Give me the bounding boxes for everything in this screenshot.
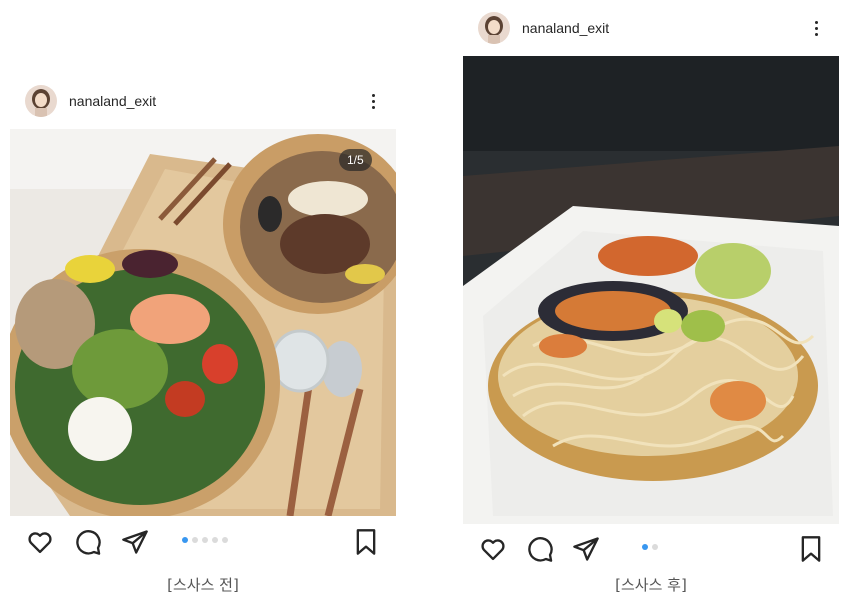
slide-counter: 1/5 xyxy=(339,149,372,171)
username[interactable]: nanaland_exit xyxy=(522,20,609,36)
heart-icon[interactable] xyxy=(479,535,507,563)
post-1-caption: [스사스 전] xyxy=(167,576,239,594)
carousel-dot xyxy=(182,537,188,543)
post-1-header: nanaland_exit xyxy=(25,85,156,117)
carousel-dot xyxy=(642,544,648,550)
carousel-dot xyxy=(652,544,658,550)
post-2-header: nanaland_exit xyxy=(478,12,609,44)
comment-icon[interactable] xyxy=(74,528,102,556)
carousel-dot xyxy=(202,537,208,543)
share-icon[interactable] xyxy=(572,535,600,563)
heart-icon[interactable] xyxy=(26,528,54,556)
more-icon[interactable] xyxy=(806,16,826,40)
carousel-dot xyxy=(192,537,198,543)
bookmark-icon[interactable] xyxy=(352,528,380,556)
avatar[interactable] xyxy=(25,85,57,117)
avatar[interactable] xyxy=(478,12,510,44)
more-icon[interactable] xyxy=(363,89,383,113)
post-1-photo[interactable]: 1/5 xyxy=(10,129,396,516)
post-2-photo[interactable] xyxy=(463,56,839,524)
carousel-dots xyxy=(640,544,660,550)
username[interactable]: nanaland_exit xyxy=(69,93,156,109)
carousel-dot xyxy=(212,537,218,543)
comment-icon[interactable] xyxy=(526,535,554,563)
post-2-caption: [스사스 후] xyxy=(615,576,687,594)
carousel-dots xyxy=(180,537,230,543)
bookmark-icon[interactable] xyxy=(797,535,825,563)
carousel-dot xyxy=(222,537,228,543)
share-icon[interactable] xyxy=(121,528,149,556)
